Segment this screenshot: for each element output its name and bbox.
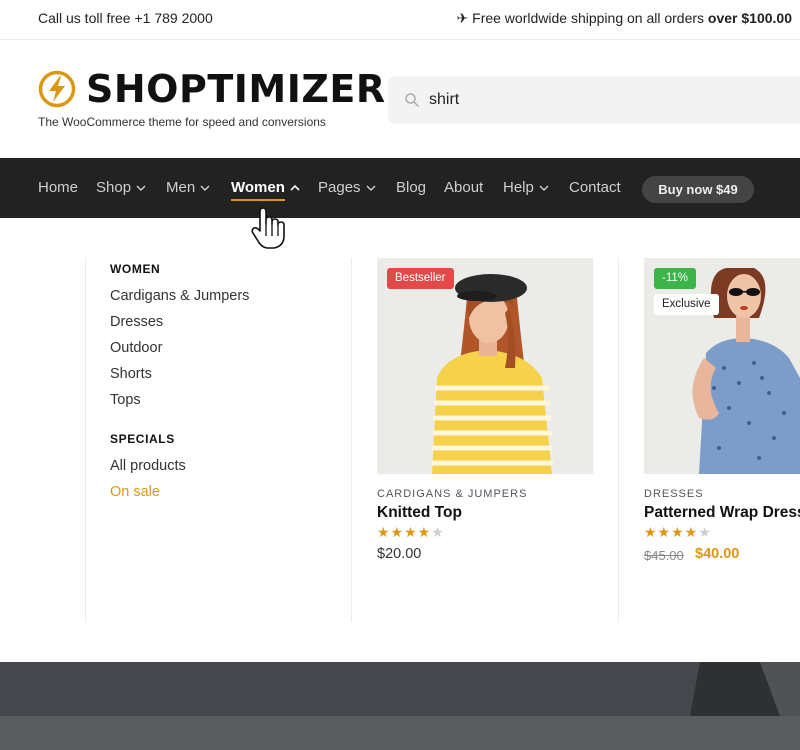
nav-men[interactable]: Men bbox=[166, 179, 210, 196]
hero-image-fragment bbox=[690, 662, 800, 716]
phone-text: Call us toll free +1 789 2000 bbox=[38, 10, 213, 26]
chevron-down-icon bbox=[136, 185, 146, 192]
shipping-threshold: over $100.00 bbox=[707, 10, 792, 26]
rating-stars: ★★★★★ bbox=[644, 524, 712, 541]
chevron-up-icon bbox=[290, 184, 300, 191]
nav-about[interactable]: About bbox=[444, 179, 483, 196]
nav-label: Help bbox=[503, 179, 534, 196]
nav-blog[interactable]: Blog bbox=[396, 179, 426, 196]
specials-heading: SPECIALS bbox=[110, 432, 175, 446]
nav-label: Blog bbox=[396, 179, 427, 196]
nav-contact[interactable]: Contact bbox=[569, 179, 621, 196]
menu-link-tops[interactable]: Tops bbox=[110, 392, 141, 408]
nav-women[interactable]: Women bbox=[231, 179, 300, 201]
nav-home[interactable]: Home bbox=[38, 179, 78, 196]
nav-help[interactable]: Help bbox=[503, 179, 549, 196]
woman-blue-dress-image bbox=[644, 258, 800, 474]
shipping-notice: ✈ Free worldwide shipping on all orders … bbox=[457, 10, 792, 27]
menu-link-dresses[interactable]: Dresses bbox=[110, 314, 163, 330]
menu-link-outdoor[interactable]: Outdoor bbox=[110, 340, 162, 356]
product-price-old: $45.00 bbox=[644, 548, 684, 563]
product-image-knitted-top[interactable]: Bestseller bbox=[377, 258, 593, 474]
search-icon bbox=[405, 93, 419, 107]
nav-pages[interactable]: Pages bbox=[318, 179, 376, 196]
lightning-logo-icon[interactable] bbox=[38, 70, 76, 108]
nav-label: Home bbox=[38, 179, 79, 196]
nav-label: Women bbox=[231, 179, 285, 201]
top-bar: Call us toll free +1 789 2000 ✈ Free wor… bbox=[0, 0, 800, 40]
hand-pointer-icon bbox=[251, 207, 285, 249]
nav-label: About bbox=[444, 179, 484, 196]
product-category[interactable]: DRESSES bbox=[644, 488, 704, 500]
product-title-knitted-top[interactable]: Knitted Top bbox=[377, 504, 462, 522]
hero-banner-strip bbox=[0, 662, 800, 716]
star-icon: ★★★★ bbox=[644, 524, 699, 540]
footer-strip bbox=[0, 716, 800, 750]
nav-label: Shop bbox=[96, 179, 132, 196]
shipping-text: ✈ Free worldwide shipping on all orders bbox=[456, 10, 708, 26]
product-title-wrap-dress[interactable]: Patterned Wrap Dress bbox=[644, 504, 800, 522]
search-input[interactable] bbox=[429, 86, 789, 114]
product-category[interactable]: CARDIGANS & JUMPERS bbox=[377, 488, 527, 500]
badge-exclusive: Exclusive bbox=[654, 294, 719, 315]
product-price-sale: $40.00 bbox=[695, 546, 740, 562]
nav-label: Pages bbox=[318, 179, 361, 196]
rating-stars: ★★★★★ bbox=[377, 524, 445, 541]
column-divider bbox=[85, 258, 86, 622]
chevron-down-icon bbox=[366, 185, 376, 192]
chevron-down-icon bbox=[200, 185, 210, 192]
star-empty-icon: ★ bbox=[431, 524, 445, 540]
nav-shop[interactable]: Shop bbox=[96, 179, 146, 196]
site-header: SHOPTIMIZER The WooCommerce theme for sp… bbox=[0, 40, 800, 158]
tagline: The WooCommerce theme for speed and conv… bbox=[38, 115, 326, 129]
nav-label: Contact bbox=[569, 179, 621, 196]
badge-discount: -11% bbox=[654, 268, 696, 289]
chevron-down-icon bbox=[539, 185, 549, 192]
woman-striped-top-image bbox=[377, 258, 593, 474]
brand-logo-text[interactable]: SHOPTIMIZER bbox=[86, 67, 386, 111]
menu-link-cardigans[interactable]: Cardigans & Jumpers bbox=[110, 288, 249, 304]
column-divider bbox=[618, 258, 619, 622]
column-divider bbox=[351, 258, 352, 622]
buy-now-button[interactable]: Buy now $49 bbox=[642, 176, 754, 203]
product-price: $20.00 bbox=[377, 546, 422, 562]
star-empty-icon: ★ bbox=[698, 524, 712, 540]
menu-link-on-sale[interactable]: On sale bbox=[110, 484, 160, 500]
menu-link-shorts[interactable]: Shorts bbox=[110, 366, 152, 382]
women-mega-menu: WOMEN Cardigans & Jumpers Dresses Outdoo… bbox=[0, 218, 800, 662]
search-box[interactable] bbox=[388, 76, 800, 124]
product-image-wrap-dress[interactable]: -11% Exclusive bbox=[644, 258, 800, 474]
menu-link-all-products[interactable]: All products bbox=[110, 458, 186, 474]
nav-label: Men bbox=[166, 179, 196, 196]
women-heading: WOMEN bbox=[110, 262, 161, 276]
badge-bestseller: Bestseller bbox=[387, 268, 454, 289]
star-icon: ★★★★ bbox=[377, 524, 432, 540]
